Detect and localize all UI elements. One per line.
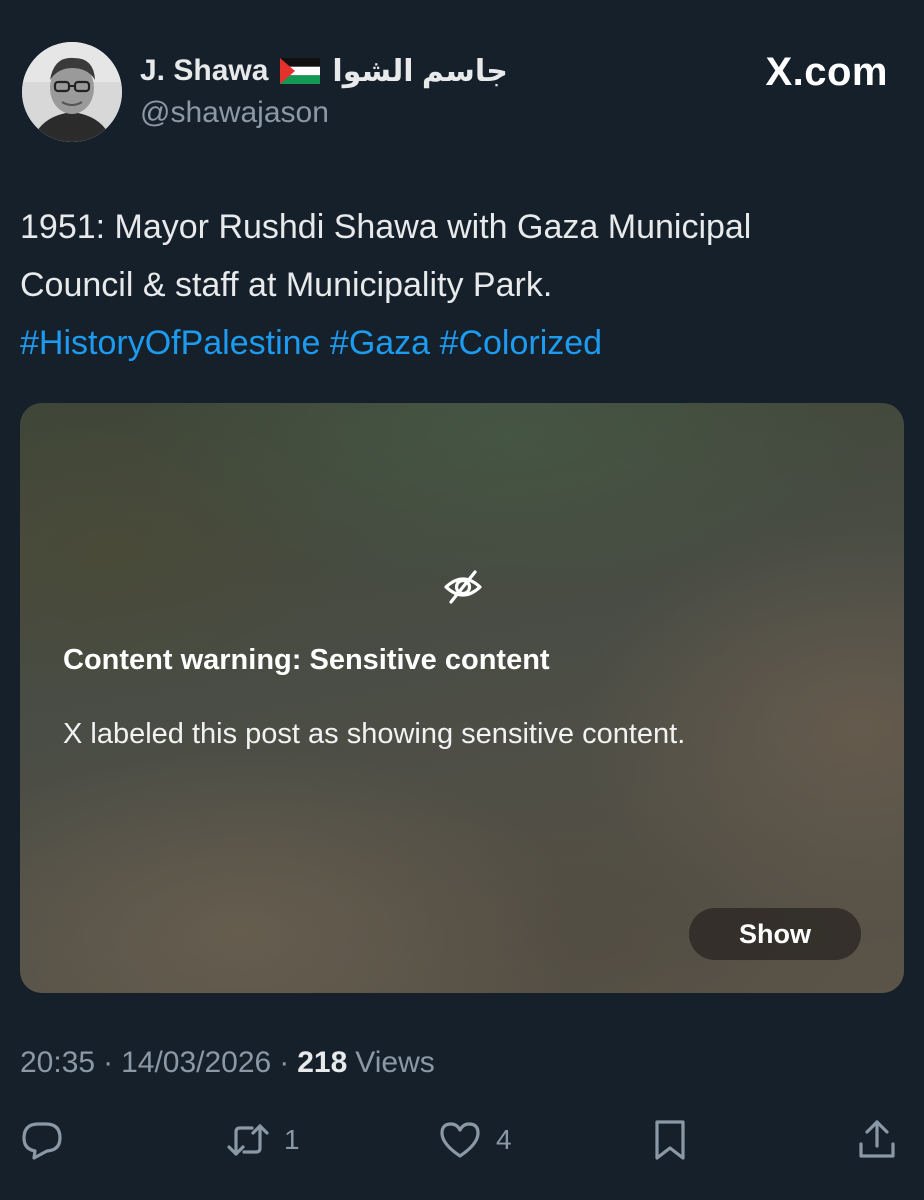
avatar-photo [22,42,122,142]
views-count[interactable]: 218 [297,1046,347,1080]
like-count: 4 [496,1124,512,1155]
separator: · [279,1046,290,1079]
share-button[interactable] [855,1114,899,1166]
tweet-screenshot: J. Shawa جاسم الشوا @shawajason X.com 19… [0,0,924,1200]
author-block[interactable]: J. Shawa جاسم الشوا @shawajason [140,52,508,130]
display-name[interactable]: J. Shawa [140,54,268,88]
bookmark-icon [648,1118,692,1162]
hashtag-link[interactable]: #HistoryOfPalestine [20,324,320,362]
reply-icon [20,1118,64,1162]
name-row: J. Shawa جاسم الشوا [140,52,508,90]
handle[interactable]: @shawajason [140,96,508,130]
hashtag-link[interactable]: #Gaza [330,324,430,362]
action-bar: 1 4 [0,1114,924,1166]
x-com-logo: X.com [765,50,888,95]
brand-label: X.com [765,50,888,94]
post-meta: 20:35 · 14/03/2026 · 218 Views [20,1046,435,1080]
separator: · [103,1046,114,1079]
retweet-count: 1 [284,1124,300,1155]
heart-icon [438,1118,482,1162]
post-text-line-1: 1951: Mayor Rushdi Shawa with Gaza Munic… [20,208,752,246]
like-button[interactable]: 4 [438,1114,512,1166]
share-icon [855,1118,899,1162]
content-warning-description: X labeled this post as showing sensitive… [63,718,686,750]
hashtag-link[interactable]: #Colorized [440,324,603,362]
bookmark-button[interactable] [648,1114,692,1166]
hashtags: #HistoryOfPalestine #Gaza #Colorized [20,314,900,372]
content-warning-title: Content warning: Sensitive content [63,644,550,676]
palestine-flag-icon [280,58,321,84]
reply-button[interactable] [20,1114,78,1166]
avatar[interactable] [22,42,122,142]
post-time[interactable]: 20:35 [20,1046,95,1080]
eye-off-icon [442,566,484,608]
retweet-button[interactable]: 1 [226,1114,300,1166]
post-text-line-2: Council & staff at Municipality Park. [20,266,553,304]
post-text: 1951: Mayor Rushdi Shawa with Gaza Munic… [20,198,900,372]
post-date[interactable]: 14/03/2026 [121,1046,271,1080]
views-label: Views [355,1046,435,1079]
arabic-name: جاسم الشوا [332,54,508,88]
show-button[interactable]: Show [689,908,861,960]
blurred-media[interactable] [20,403,904,993]
retweet-icon [226,1118,270,1162]
